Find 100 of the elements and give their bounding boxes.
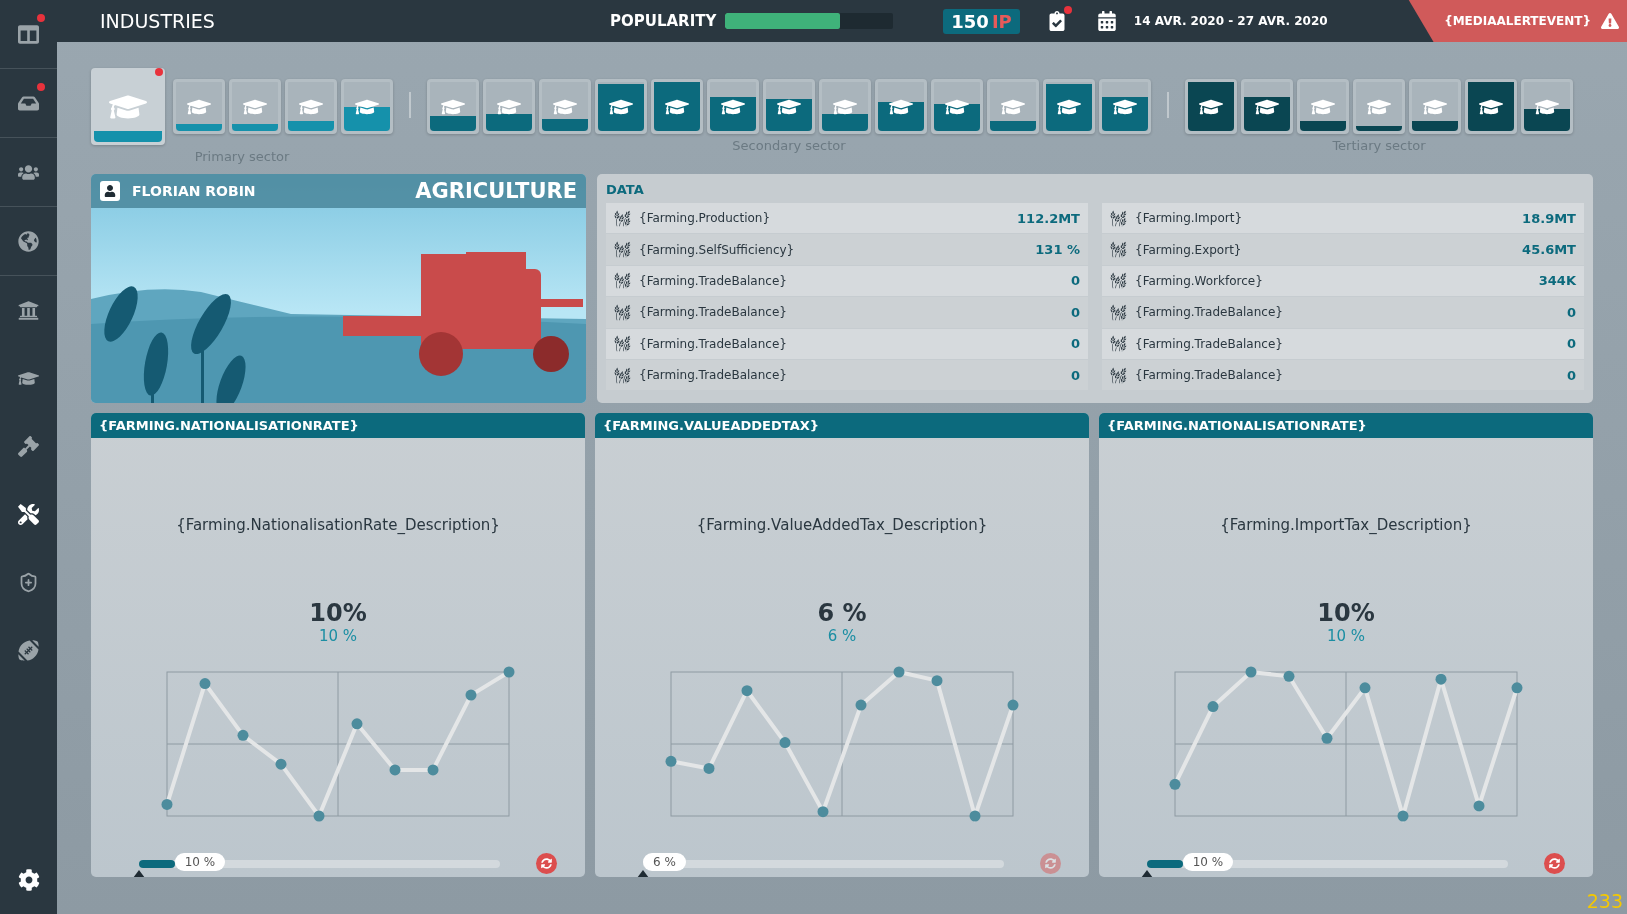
globe-icon <box>18 230 39 252</box>
policy-value: 10% <box>309 599 367 627</box>
wheat-icon <box>614 209 631 227</box>
data-label: {Farming.Workforce} <box>1135 273 1263 288</box>
data-label: {Farming.TradeBalance} <box>1135 336 1283 351</box>
chart-point <box>389 764 401 776</box>
marker-icon <box>133 869 145 877</box>
sector-tile[interactable] <box>229 79 281 134</box>
policy-sub-value: 10 % <box>1326 627 1366 645</box>
sector-tile[interactable] <box>987 79 1039 134</box>
sector-tile[interactable] <box>1297 79 1349 134</box>
sector-tile[interactable] <box>931 79 983 134</box>
chart-point <box>665 755 677 767</box>
wheat-icon <box>614 241 631 259</box>
industry-title: AGRICULTURE <box>415 179 577 203</box>
wheat-icon <box>1110 272 1127 290</box>
sector-tile[interactable] <box>763 79 815 134</box>
shield-plus-icon <box>18 571 39 593</box>
chart-point <box>1359 682 1371 694</box>
data-label: {Farming.TradeBalance} <box>1135 368 1283 383</box>
sector-tile[interactable] <box>483 79 535 134</box>
data-label: {Farming.TradeBalance} <box>639 336 787 351</box>
sector-tile[interactable] <box>341 79 393 134</box>
data-label: {Farming.TradeBalance} <box>639 368 787 383</box>
wheat-icon <box>1110 303 1127 321</box>
sector-tile[interactable] <box>819 79 871 134</box>
chart-point <box>465 689 477 701</box>
sector-tile[interactable] <box>173 79 225 134</box>
chart-point <box>703 763 715 774</box>
chart-point <box>1245 666 1257 678</box>
chart-point <box>855 699 867 711</box>
policy-value: 10% <box>1317 599 1375 627</box>
wheat-icon <box>1110 366 1127 384</box>
sector-tile[interactable] <box>707 79 759 134</box>
chart-point <box>1169 778 1181 790</box>
chart-point <box>237 729 249 741</box>
data-label: {Farming.TradeBalance} <box>639 273 787 288</box>
slider-thumb[interactable]: 6 % <box>643 852 686 871</box>
popularity-label: POPULARITY <box>610 12 717 30</box>
chart-point <box>817 806 829 818</box>
sector-tile[interactable] <box>427 79 479 134</box>
reset-button[interactable] <box>536 853 557 874</box>
data-value: 131 % <box>1035 242 1080 258</box>
wheat-icon <box>1110 335 1127 353</box>
panel-title: DATA <box>606 182 645 197</box>
data-value: 0 <box>1566 367 1576 383</box>
reset-button[interactable] <box>1544 853 1565 874</box>
refresh-icon <box>1045 858 1056 869</box>
policy-title: {FARMING.VALUEADDEDTAX} <box>595 413 1089 438</box>
sector-tile[interactable] <box>875 79 927 134</box>
wheat-icon <box>614 272 631 290</box>
data-value: 18.9MT <box>1522 210 1576 226</box>
chart-point <box>503 666 515 678</box>
marker-icon <box>637 869 649 877</box>
wheat-icon <box>614 303 631 321</box>
slider-thumb[interactable]: 10 % <box>174 852 226 871</box>
chart-point <box>931 675 943 687</box>
sector-tile[interactable] <box>1099 79 1151 134</box>
policy-description: {Farming.ValueAddedTax_Description} <box>696 516 988 534</box>
policy-sub-value: 6 % <box>827 627 857 645</box>
chart-point <box>1435 673 1447 685</box>
wheat-icon <box>614 366 631 384</box>
policy-description: {Farming.ImportTax_Description} <box>1220 516 1472 534</box>
wheat-icon <box>1110 241 1127 259</box>
data-label: {Farming.Production} <box>639 211 771 226</box>
marker-icon <box>1141 869 1153 877</box>
points-badge: 150 IP <box>943 8 1020 34</box>
chart-point <box>1207 701 1219 713</box>
sector-tile[interactable] <box>91 68 165 145</box>
data-label: {Farming.TradeBalance} <box>639 305 787 320</box>
data-label: {Farming.Export} <box>1135 242 1242 257</box>
data-value: 45.6MT <box>1522 242 1576 258</box>
sector-tile[interactable] <box>1521 79 1573 134</box>
date-range: 14 AVR. 2020 - 27 AVR. 2020 <box>1133 14 1328 28</box>
refresh-icon <box>541 858 552 869</box>
sector-tile[interactable] <box>1353 79 1405 134</box>
data-value: 0 <box>1070 367 1080 383</box>
chart-point <box>1007 699 1019 711</box>
data-label: {Farming.Import} <box>1135 211 1243 226</box>
slider-thumb[interactable]: 10 % <box>1182 852 1234 871</box>
data-value: 0 <box>1566 336 1576 352</box>
data-value: 0 <box>1566 304 1576 320</box>
data-value: 0 <box>1070 304 1080 320</box>
dashboard-icon <box>18 23 39 45</box>
sector-tile[interactable] <box>1241 79 1293 134</box>
sector-tile[interactable] <box>1409 79 1461 134</box>
policy-title: {FARMING.NATIONALISATIONRATE} <box>1099 413 1593 438</box>
data-label: {Farming.TradeBalance} <box>1135 305 1283 320</box>
sector-tile[interactable] <box>285 79 337 134</box>
tools-icon <box>18 503 39 525</box>
slider-fill <box>1147 859 1183 868</box>
gavel-icon <box>18 435 39 457</box>
chart-point <box>1511 682 1523 694</box>
data-value: 0 <box>1070 336 1080 352</box>
wheat-icon <box>614 335 631 353</box>
user-icon <box>100 181 120 201</box>
sector-tile[interactable] <box>539 79 591 134</box>
chart-point <box>779 737 791 749</box>
chart-point <box>1283 670 1295 682</box>
policy-value: 6 % <box>817 599 867 627</box>
